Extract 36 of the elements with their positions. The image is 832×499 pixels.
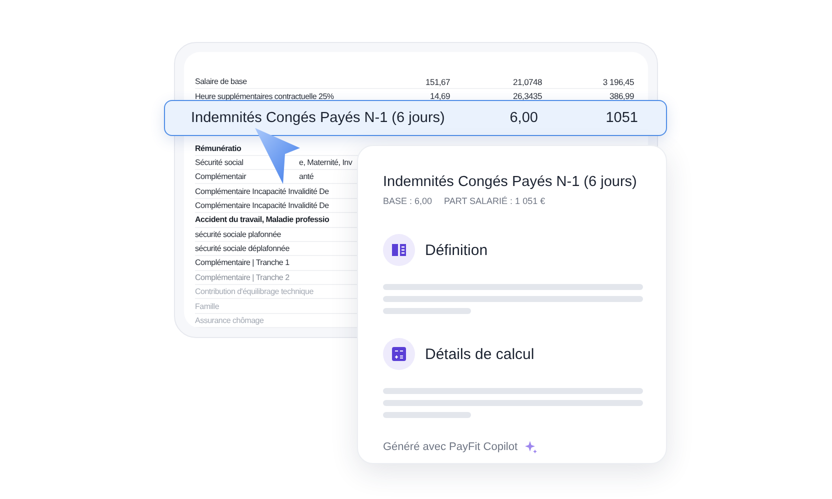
row-label: e, Maternité, Inv [299, 158, 352, 167]
calculator-icon [392, 347, 406, 361]
row-label: sécurité sociale plafonnée [195, 230, 282, 239]
row-label: anté [299, 172, 314, 182]
meta-text: PART SALARIÉ : 1 051 € [444, 196, 546, 206]
row-label: Assurance chômage [195, 316, 264, 325]
book-icon [391, 243, 407, 257]
row-label: Complémentaire | Tranche 2 [195, 272, 290, 282]
row-value: 21,0748 [512, 76, 542, 87]
section-title: Définition [425, 242, 488, 258]
row-label: Complémentair [195, 172, 246, 182]
row-label: Indemnités Congés Payés N-1 (6 jours) [191, 110, 446, 126]
row-label: Complémentaire Incapacité Invalidité De [195, 200, 329, 210]
sparkle-icon [524, 440, 538, 454]
row-label: Contribution d'équilibrage technique [195, 287, 314, 296]
row-label: Accident du travail, Maladie professio [195, 215, 330, 224]
row-value: 14,69 [428, 91, 450, 102]
meta-text: BASE : 6,00 [383, 196, 432, 206]
row-label: Complémentaire Incapacité Invalidité De [195, 186, 329, 196]
highlighted-row[interactable]: Indemnités Congés Payés N-1 (6 jours) 6,00 1051 [164, 100, 667, 136]
row-value: 26,3435 [512, 91, 542, 102]
row-value: 3 196,45 [602, 76, 634, 87]
card-title: Indemnités Congés Payés N-1 (6 jours) [383, 174, 638, 190]
row-label: Heure supplémentaires contractuelle 25% [195, 92, 334, 101]
row-label: Rémunératio [195, 144, 242, 153]
footer-text: Généré avec PayFit Copilot [383, 441, 518, 453]
row-label: Salaire de base [195, 77, 247, 86]
row-label: sécurité sociale déplafonnée [195, 244, 290, 254]
row-label: Famille [195, 302, 220, 310]
row-value: 386,99 [608, 91, 634, 102]
row-value: 151,67 [424, 76, 450, 87]
section-title: Détails de calcul [425, 346, 534, 362]
row-label: Complémentaire | Tranche 1 [195, 258, 290, 268]
row-base: 6,00 [510, 110, 539, 126]
row-label: Sécurité social [195, 158, 244, 167]
row-amount: 1051 [606, 110, 638, 126]
